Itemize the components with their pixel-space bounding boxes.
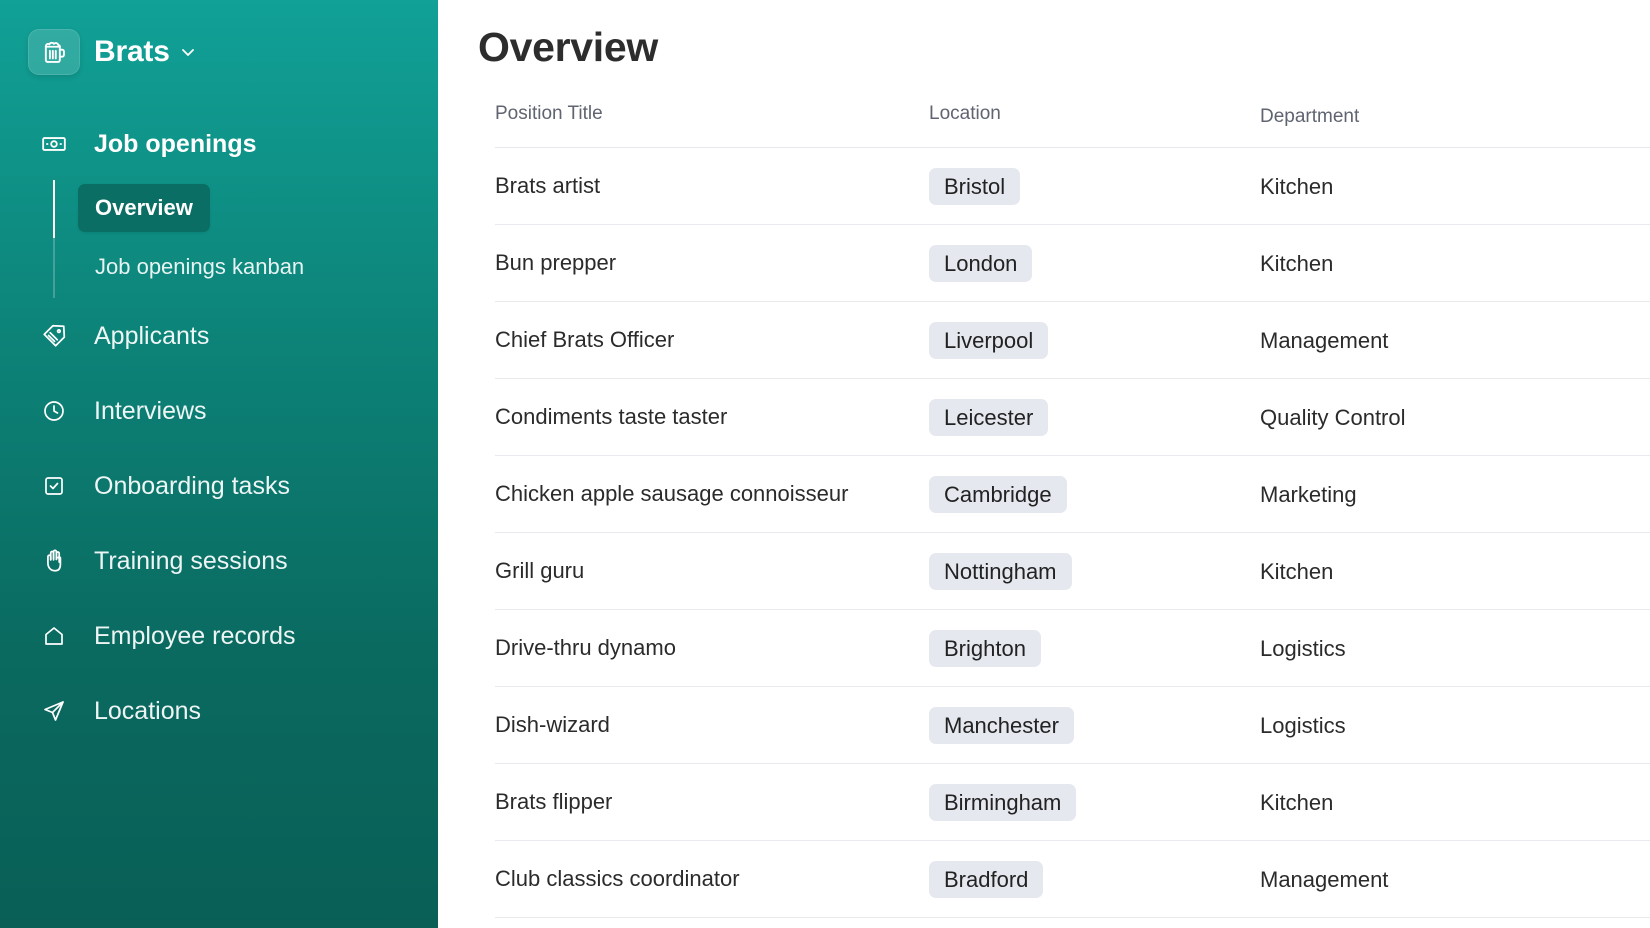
sidebar-item-job-openings[interactable]: Job openings: [40, 130, 257, 158]
table-row[interactable]: Bun prepper London Kitchen: [495, 225, 1650, 302]
sidebar-item-onboarding-tasks[interactable]: Onboarding tasks: [40, 472, 290, 500]
table-row[interactable]: Brats artist Bristol Kitchen: [495, 148, 1650, 225]
sidebar-item-training-sessions[interactable]: Training sessions: [40, 547, 288, 575]
main-content: Overview Position Title Location Departm…: [438, 0, 1650, 928]
cell-position-title: Drive-thru dynamo: [495, 635, 676, 660]
send-icon: [40, 697, 68, 725]
sidebar-subitem-job-openings-kanban[interactable]: Job openings kanban: [78, 243, 321, 291]
banknote-icon: [40, 130, 68, 158]
table-row[interactable]: Dish-wizard Manchester Logistics: [495, 687, 1650, 764]
table-row[interactable]: Condiments taste taster Leicester Qualit…: [495, 379, 1650, 456]
sidebar-item-applicants[interactable]: Applicants: [40, 322, 209, 350]
cell-position-title: Brats flipper: [495, 789, 613, 814]
location-chip: Bradford: [929, 861, 1044, 898]
home-icon: [40, 622, 68, 650]
cell-department: Management: [1260, 866, 1389, 892]
cell-department: Quality Control: [1260, 404, 1406, 430]
cell-position-title: Condiments taste taster: [495, 404, 728, 429]
sidebar-item-interviews[interactable]: Interviews: [40, 397, 207, 425]
cell-department: Marketing: [1260, 481, 1357, 507]
cell-department: Kitchen: [1260, 558, 1334, 584]
cell-position-title: Bun prepper: [495, 250, 617, 275]
clock-icon: [40, 397, 68, 425]
tag-icon: [40, 322, 68, 350]
table-row[interactable]: Chicken apple sausage connoisseur Cambri…: [495, 456, 1650, 533]
location-chip: Manchester: [929, 707, 1074, 744]
sidebar-item-locations[interactable]: Locations: [40, 697, 201, 725]
location-chip: Liverpool: [929, 322, 1049, 359]
column-header-department[interactable]: Department: [1260, 106, 1359, 128]
cell-position-title: Grill guru: [495, 558, 585, 583]
location-chip: Nottingham: [929, 553, 1072, 590]
sidebar-item-label: Onboarding tasks: [94, 471, 290, 500]
workspace-name: Brats: [94, 35, 170, 68]
cell-position-title: Chicken apple sausage connoisseur: [495, 481, 849, 506]
cell-position-title: Chief Brats Officer: [495, 327, 675, 352]
beer-mug-icon: [28, 29, 80, 75]
table-row[interactable]: Chief Brats Officer Liverpool Management: [495, 302, 1650, 379]
cell-position-title: Dish-wizard: [495, 712, 610, 737]
table-row[interactable]: Club classics coordinator Bradford Manag…: [495, 841, 1650, 918]
sidebar-item-label: Job openings: [94, 129, 257, 158]
cell-department: Logistics: [1260, 712, 1346, 738]
workspace-switcher[interactable]: Brats: [28, 29, 196, 75]
cell-position-title: Brats artist: [495, 173, 601, 198]
cell-department: Logistics: [1260, 635, 1346, 661]
column-header-location[interactable]: Location: [929, 103, 1001, 125]
column-header-position-title[interactable]: Position Title: [495, 103, 603, 125]
chevron-down-icon: [180, 44, 196, 60]
cell-department: Kitchen: [1260, 173, 1334, 199]
location-chip: Birmingham: [929, 784, 1077, 821]
table-row[interactable]: Grill guru Nottingham Kitchen: [495, 533, 1650, 610]
page-title: Overview: [478, 24, 658, 70]
sidebar-item-label: Employee records: [94, 621, 296, 650]
sidebar-item-employee-records[interactable]: Employee records: [40, 622, 295, 650]
location-chip: Cambridge: [929, 476, 1067, 513]
subnav-active-indicator: [53, 180, 55, 238]
sidebar-item-label: Interviews: [94, 396, 207, 425]
table-row[interactable]: Drive-thru dynamo Brighton Logistics: [495, 610, 1650, 687]
location-chip: Leicester: [929, 399, 1049, 436]
cell-position-title: Club classics coordinator: [495, 866, 740, 891]
checkbox-icon: [40, 472, 68, 500]
cell-department: Kitchen: [1260, 789, 1334, 815]
location-chip: Brighton: [929, 630, 1041, 667]
table-row[interactable]: Brats flipper Birmingham Kitchen: [495, 764, 1650, 841]
sidebar-item-label: Training sessions: [94, 546, 288, 575]
row-divider: [495, 917, 1650, 918]
hand-icon: [40, 547, 68, 575]
location-chip: Bristol: [929, 168, 1021, 205]
cell-department: Kitchen: [1260, 250, 1334, 276]
sidebar: Brats Job openings Overview Job openings…: [0, 0, 438, 928]
sidebar-item-label: Locations: [94, 696, 202, 725]
sidebar-item-label: Applicants: [94, 321, 210, 350]
sidebar-subitem-overview[interactable]: Overview: [78, 184, 210, 232]
cell-department: Management: [1260, 327, 1389, 353]
location-chip: London: [929, 245, 1033, 282]
